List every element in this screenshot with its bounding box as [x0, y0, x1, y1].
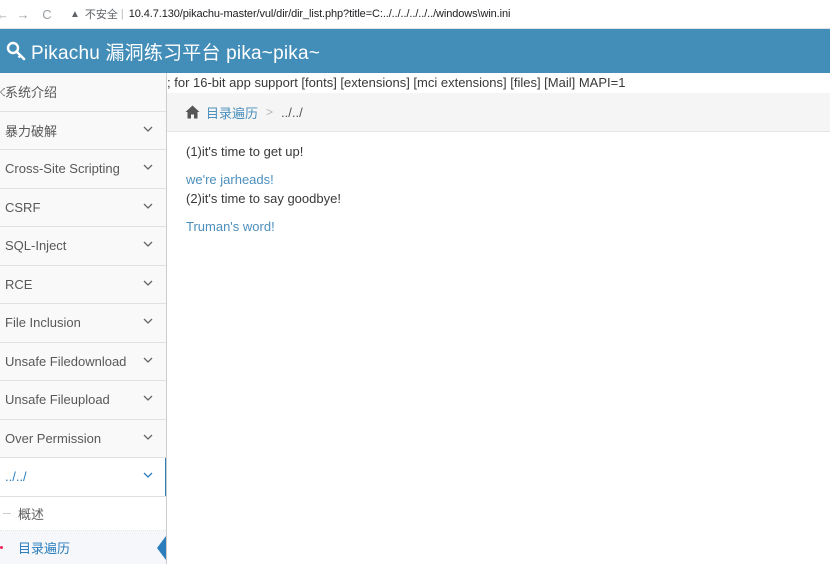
- key-icon: [6, 41, 26, 61]
- sidebar-item-over-permission[interactable]: Over Permission: [0, 419, 166, 458]
- sidebar-item-label: 暴力破解: [5, 123, 58, 139]
- home-icon: [185, 105, 200, 119]
- reload-button[interactable]: C: [40, 7, 54, 22]
- chevron-down-icon: [143, 472, 153, 478]
- sidebar-item-sqli[interactable]: SQL-Inject: [0, 227, 166, 266]
- sidebar-item-label: RCE: [5, 276, 33, 292]
- warning-icon[interactable]: ▲: [70, 9, 80, 20]
- chevron-down-icon: [143, 395, 153, 401]
- message-line-2: (2)it's time to say goodbye!: [186, 191, 341, 206]
- forward-button[interactable]: →: [16, 7, 30, 22]
- sidebar-item-bruteforce[interactable]: 暴力破解: [0, 111, 166, 150]
- sidebar-item-filedownload[interactable]: Unsafe Filedownload: [0, 342, 166, 381]
- chevron-down-icon: [143, 280, 153, 286]
- active-caret-icon: [157, 536, 166, 560]
- brand-title[interactable]: Pikachu 漏洞练习平台 pika~pika~: [31, 38, 320, 65]
- chevron-down-icon: [143, 318, 153, 324]
- browser-toolbar: ← → C ▲ 不安全 | 10.4.7.130/pikachu-master/…: [0, 0, 830, 29]
- sidebar-item-label: Unsafe Fileupload: [5, 392, 110, 408]
- sidebar-item-csrf[interactable]: CSRF: [0, 188, 166, 227]
- chevron-down-icon: [143, 203, 153, 209]
- sidebar-subitem-label: 目录遍历: [18, 541, 71, 557]
- back-button[interactable]: ←: [0, 7, 9, 22]
- sidebar-subitem-label: 概述: [18, 506, 45, 522]
- chevron-down-icon: [143, 164, 153, 170]
- sidebar-item-label: File Inclusion: [5, 315, 81, 331]
- link-truman[interactable]: Truman's word!: [186, 217, 341, 236]
- sidebar-item-label: Unsafe Filedownload: [5, 353, 127, 369]
- message-line-1: (1)it's time to get up!: [186, 144, 304, 159]
- url-text[interactable]: 10.4.7.130/pikachu-master/vul/dir/dir_li…: [129, 8, 511, 20]
- breadcrumb-current: ../../: [281, 104, 303, 120]
- sidebar-item-intro[interactable]: ◇ 系统介绍: [0, 73, 166, 112]
- sidebar-subitem-dir-traversal[interactable]: 目录遍历: [0, 531, 166, 564]
- breadcrumb-separator: >: [266, 105, 274, 119]
- sidebar-item-label: SQL-Inject: [5, 238, 67, 254]
- address-bar[interactable]: ▲ 不安全 | 10.4.7.130/pikachu-master/vul/di…: [70, 6, 510, 22]
- sidebar-item-rce[interactable]: RCE: [0, 265, 166, 304]
- sidebar: ◇ 系统介绍 暴力破解 Cross-Site Scripting CSRF SQ…: [0, 73, 167, 564]
- sidebar-item-fileupload[interactable]: Unsafe Fileupload: [0, 381, 166, 420]
- bullet-icon: [0, 546, 3, 550]
- chevron-down-icon: [143, 241, 153, 247]
- page-content: (1)it's time to get up! we're jarheads! …: [186, 142, 341, 236]
- sidebar-item-dir-traversal[interactable]: ../../: [0, 458, 166, 497]
- app-header: Pikachu 漏洞练习平台 pika~pika~: [0, 29, 830, 73]
- insecure-label[interactable]: 不安全: [85, 6, 118, 22]
- sidebar-item-label: Over Permission: [5, 430, 102, 446]
- sidebar-item-label: Cross-Site Scripting: [5, 161, 120, 177]
- sidebar-item-file-inclusion[interactable]: File Inclusion: [0, 304, 166, 343]
- main-content: ; for 16-bit app support [fonts] [extens…: [167, 73, 830, 564]
- sidebar-subitem-overview[interactable]: 概述: [0, 496, 166, 531]
- chevron-down-icon: [143, 434, 153, 440]
- url-separator: |: [120, 8, 124, 20]
- dash-icon: [3, 512, 11, 514]
- chevron-down-icon: [143, 126, 153, 132]
- ini-output: ; for 16-bit app support [fonts] [extens…: [167, 75, 626, 90]
- sidebar-item-label: CSRF: [5, 199, 41, 215]
- sidebar-item-label: ../../: [5, 469, 27, 485]
- link-jarheads[interactable]: we're jarheads!: [186, 170, 341, 189]
- sidebar-item-label: 系统介绍: [5, 85, 58, 101]
- sidebar-item-xss[interactable]: Cross-Site Scripting: [0, 150, 166, 189]
- breadcrumb-home-link[interactable]: 目录遍历: [206, 103, 258, 122]
- chevron-down-icon: [143, 357, 153, 363]
- breadcrumb: 目录遍历 > ../../: [167, 93, 830, 132]
